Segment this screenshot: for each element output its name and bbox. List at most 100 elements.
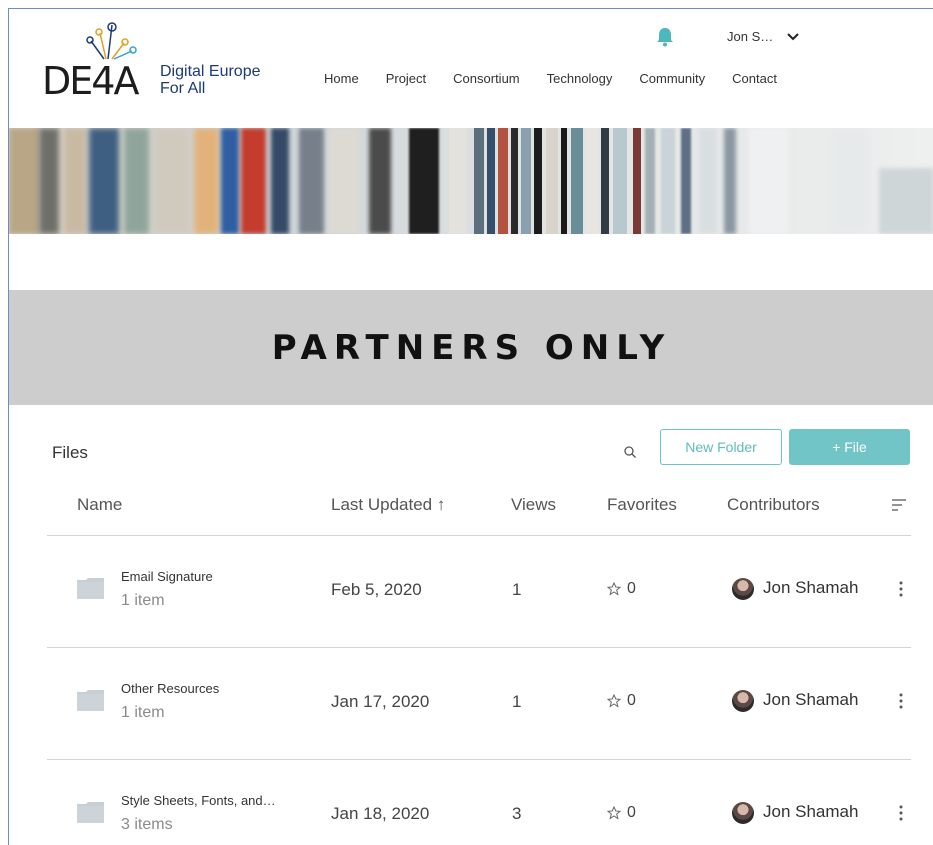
contributor-name: Jon Shamah [763,802,859,821]
book [89,128,119,234]
favorites-toggle[interactable]: 0 [607,804,636,822]
book [613,128,627,234]
column-header-contributors[interactable]: Contributors [727,495,820,515]
book [521,128,531,234]
favorites-count: 0 [627,804,636,821]
book [154,128,189,234]
more-options-icon[interactable] [899,693,903,709]
book [546,128,558,234]
column-header-last-updated[interactable]: Last Updated ↑ [331,495,445,515]
folder-name[interactable]: Other Resources [121,681,219,696]
sort-icon[interactable] [891,498,907,512]
book [487,128,495,234]
favorites-toggle[interactable]: 0 [607,692,636,710]
table-row[interactable]: Email Signature 1 item Feb 5, 2020 1 0 J… [47,536,911,647]
book [534,128,542,234]
avatar [732,578,754,600]
book [699,128,717,234]
book [498,128,508,234]
logo-pins-icon [86,22,137,60]
star-icon [607,806,621,820]
star-icon [607,694,621,708]
folder-icon [77,578,104,599]
book [299,128,324,234]
book [194,128,219,234]
book [9,128,39,234]
folder-icon [77,690,104,711]
last-updated-date: Jan 18, 2020 [331,804,430,823]
bell-icon[interactable] [656,27,674,47]
nav-project[interactable]: Project [386,71,426,86]
page-frame: DE4A Digital Europe For All Home Project… [8,8,933,845]
banner-title: PARTNERS ONLY [271,327,672,368]
book [241,128,266,234]
book [511,128,518,234]
book [645,128,655,234]
new-folder-button[interactable]: New Folder [660,429,782,465]
nav-home[interactable]: Home [324,71,359,86]
column-header-favorites[interactable]: Favorites [607,495,677,515]
book [571,128,583,234]
partners-banner: PARTNERS ONLY [9,290,933,405]
book [681,128,691,234]
book [633,128,641,234]
nav-community[interactable]: Community [639,71,705,86]
chevron-down-icon [787,32,799,40]
views-count: 1 [512,580,522,599]
book [879,168,933,234]
book [449,128,467,234]
favorites-count: 0 [627,692,636,709]
logo-mark: DE4A [42,59,139,103]
book [587,128,597,234]
book [601,128,609,234]
add-file-button[interactable]: + File [789,429,910,465]
contributor-name: Jon Shamah [763,690,859,709]
book [124,128,149,234]
nav-technology[interactable]: Technology [547,71,613,86]
table-row[interactable]: Style Sheets, Fonts, and… 3 items Jan 18… [47,760,911,845]
book [369,128,391,234]
folder-item-count: 1 item [121,704,165,721]
book [474,128,484,234]
favorites-toggle[interactable]: 0 [607,580,636,598]
folder-name[interactable]: Email Signature [121,569,213,584]
site-header: DE4A Digital Europe For All Home Project… [9,9,933,129]
book [724,128,736,234]
nav-contact[interactable]: Contact [732,71,777,86]
book [409,128,439,234]
book [221,128,239,234]
folder-item-count: 3 items [121,816,173,833]
book [829,128,869,234]
nav-consortium[interactable]: Consortium [453,71,519,86]
favorites-count: 0 [627,580,636,597]
user-menu[interactable]: Jon S… [727,29,799,44]
book [271,128,289,234]
last-updated-date: Feb 5, 2020 [331,580,422,599]
logo-line-2: For All [160,80,206,97]
more-options-icon[interactable] [899,805,903,821]
folder-name[interactable]: Style Sheets, Fonts, and… [121,793,276,808]
book [329,128,359,234]
folder-icon [77,802,104,823]
book [64,128,86,234]
logo-line-1: Digital Europe [160,63,261,80]
table-row[interactable]: Other Resources 1 item Jan 17, 2020 1 0 … [47,648,911,759]
more-options-icon[interactable] [899,581,903,597]
folder-item-count: 1 item [121,592,165,609]
column-header-name[interactable]: Name [77,495,122,515]
views-count: 1 [512,692,522,711]
files-heading: Files [52,443,88,462]
column-header-views[interactable]: Views [511,495,556,515]
hero-bookshelf-image [9,128,933,234]
site-logo[interactable]: DE4A Digital Europe For All [42,21,292,103]
avatar [732,690,754,712]
star-icon [607,582,621,596]
main-nav: Home Project Consortium Technology Commu… [324,71,804,86]
book [661,128,675,234]
contributor-name: Jon Shamah [763,578,859,597]
book [749,128,789,234]
search-icon[interactable] [623,445,637,459]
last-updated-date: Jan 17, 2020 [331,692,430,711]
book [39,128,59,234]
avatar [732,802,754,824]
